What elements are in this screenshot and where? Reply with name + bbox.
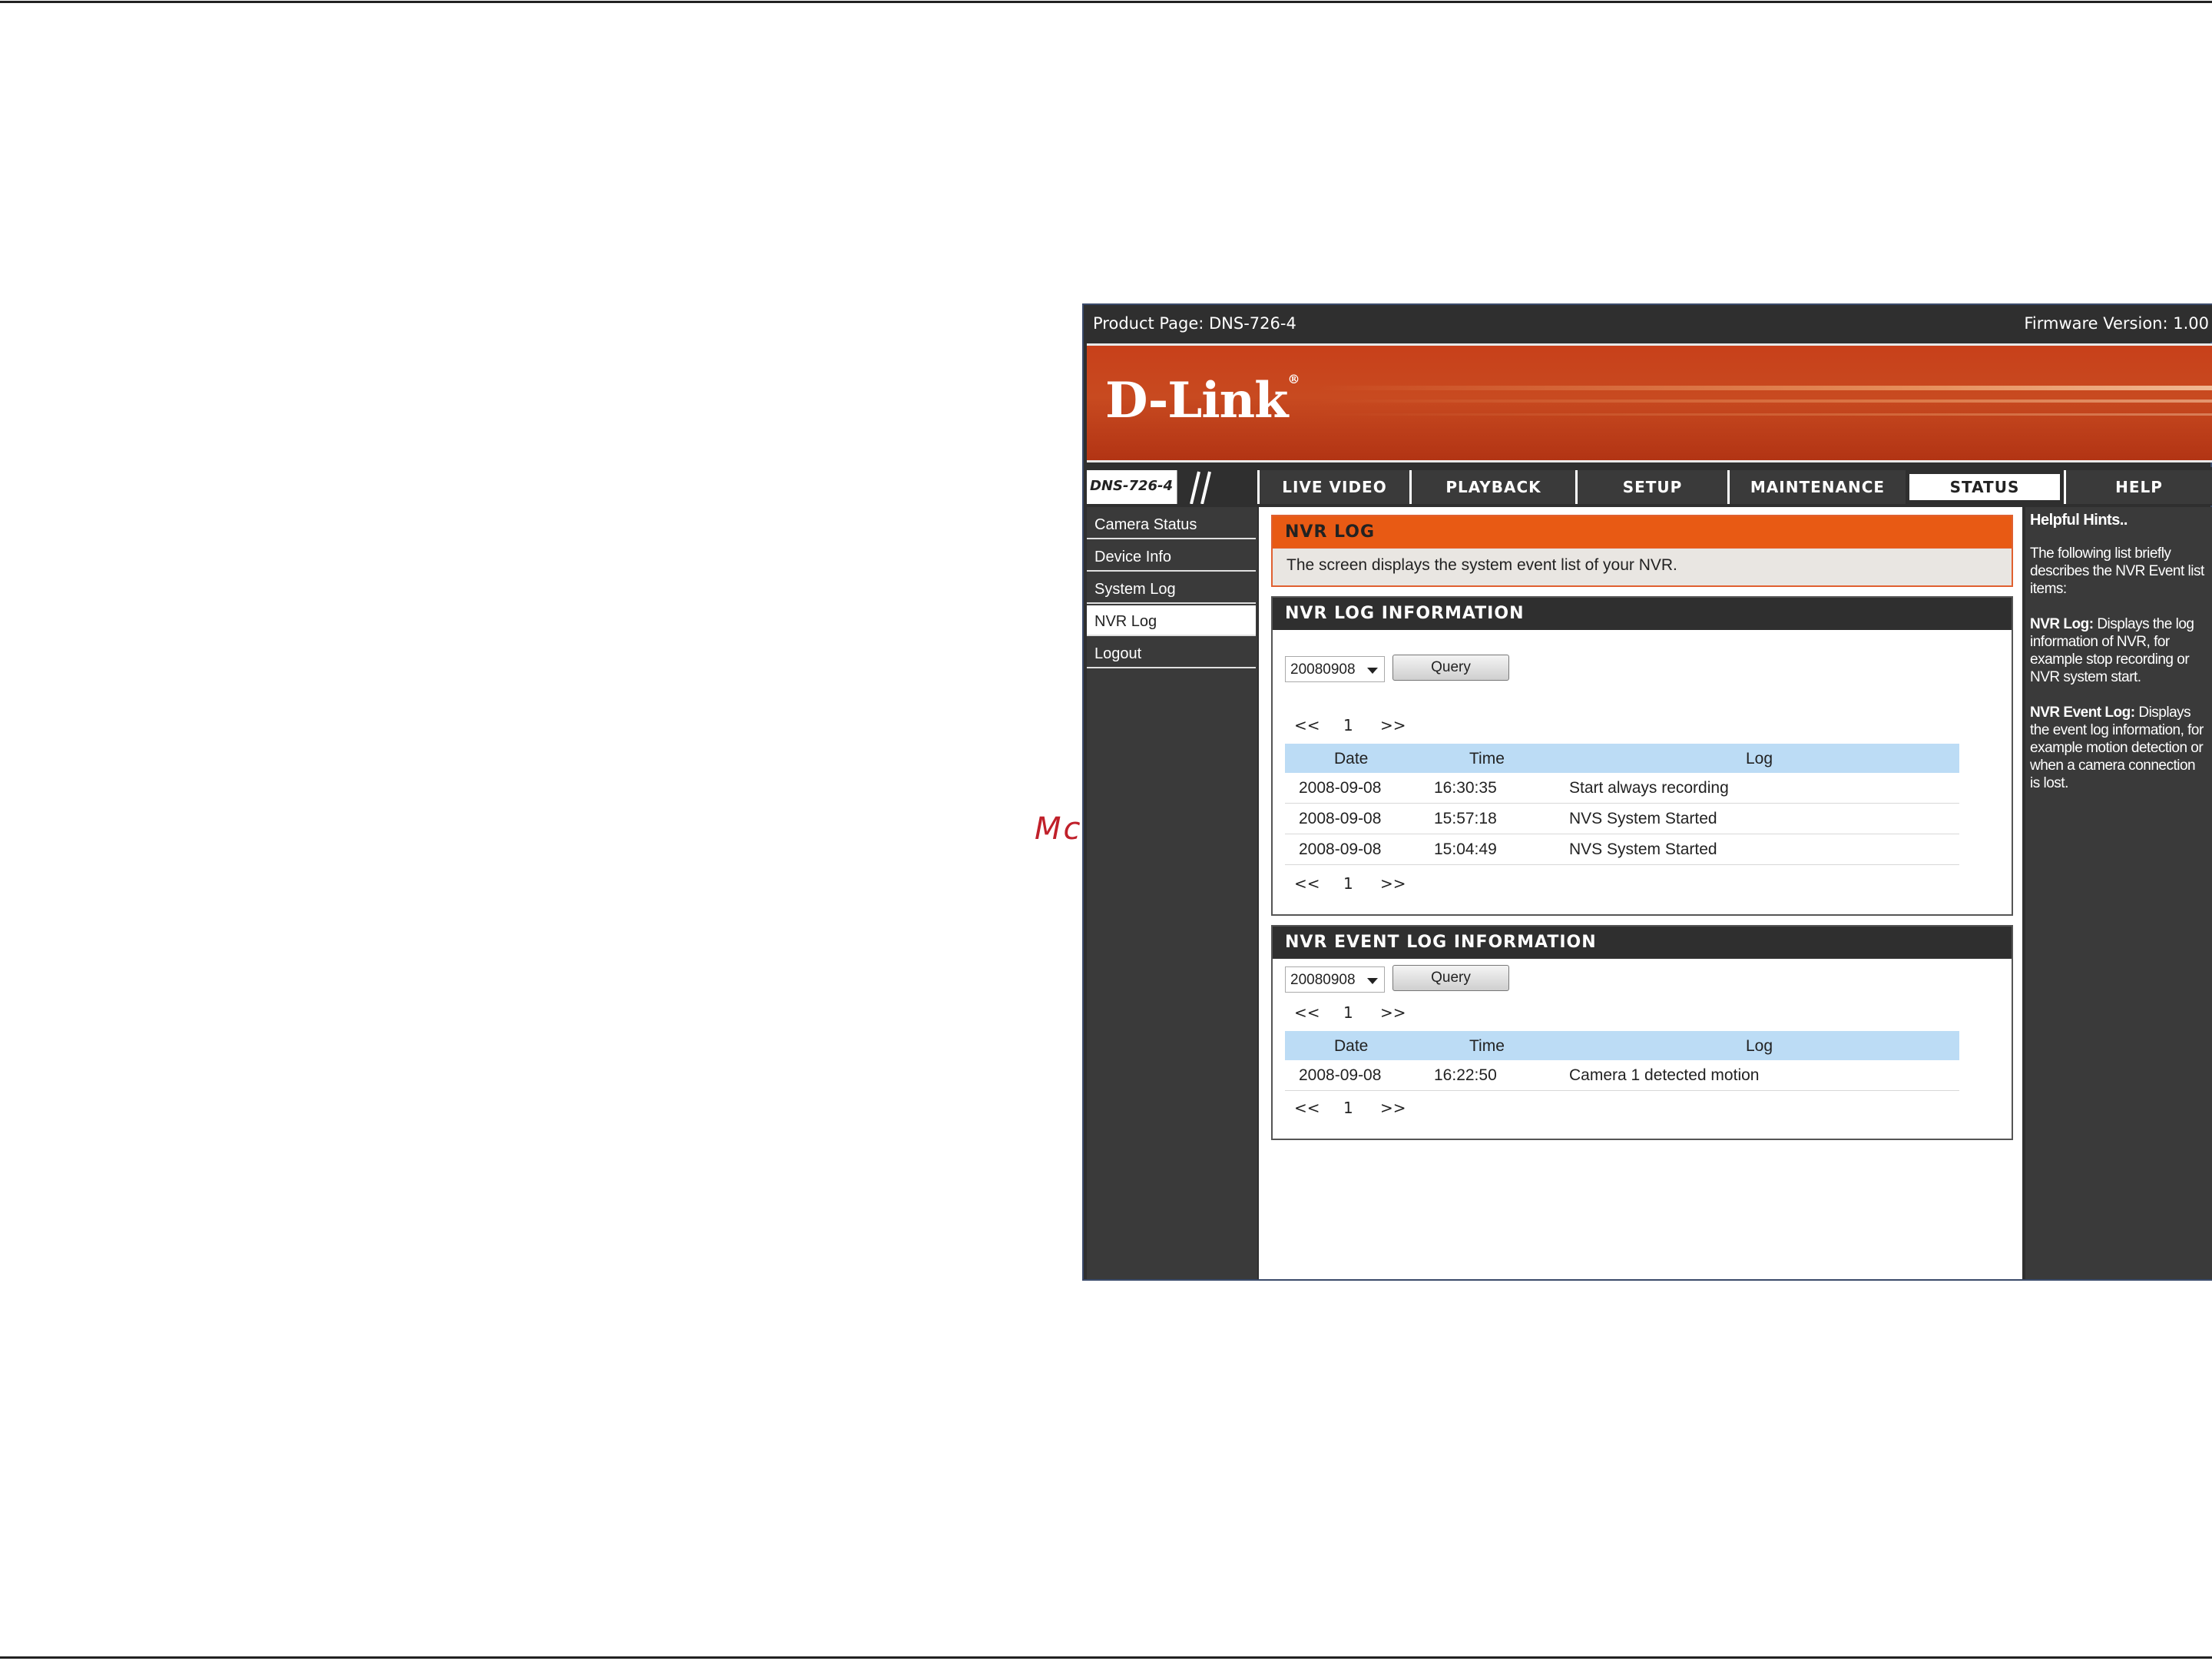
tab-live-video[interactable]: LIVE VIDEO (1257, 470, 1409, 504)
cell-time: 15:04:49 (1434, 840, 1497, 858)
column-header-time: Time (1469, 1037, 1505, 1055)
dlink-logo: D-Link® (1105, 372, 1300, 429)
chevron-down-icon (1367, 668, 1378, 674)
nvr-event-log-information-box: NVR EVENT LOG INFORMATION 20080908 Query… (1271, 925, 2013, 1140)
sidebar-item-nvr-log[interactable]: NVR Log (1087, 605, 1256, 636)
main-nav: DNS-726-4 LIVE VIDEO PLAYBACK SETUP MAIN… (1087, 467, 2212, 506)
hints-title: Helpful Hints.. (2030, 512, 2128, 529)
query-button[interactable]: Query (1392, 655, 1509, 681)
page-number[interactable]: 1 (1343, 874, 1353, 893)
table-row: 2008-09-08 16:22:50 Camera 1 detected mo… (1285, 1060, 1959, 1091)
nvr-log-information-box: NVR LOG INFORMATION 20080908 Query << 1 … (1271, 596, 2013, 916)
prev-page-link[interactable]: << (1294, 874, 1320, 893)
nvr-log-intro-box: NVR LOG The screen displays the system e… (1271, 515, 2013, 587)
cell-log: NVS System Started (1569, 840, 1717, 858)
table-header: Date Time Log (1285, 744, 1959, 773)
section-title: NVR EVENT LOG INFORMATION (1273, 927, 2012, 959)
hint-item: NVR Event Log: Displays the event log in… (2030, 704, 2207, 792)
cell-log: Start always recording (1569, 779, 1729, 797)
sidebar-item-camera-status[interactable]: Camera Status (1087, 509, 1256, 539)
banner-streak (1317, 413, 2212, 416)
date-select[interactable]: 20080908 (1285, 656, 1385, 682)
hint-term: NVR Log: (2030, 616, 2094, 632)
page-number[interactable]: 1 (1343, 716, 1353, 734)
page-top-rule (0, 1, 2212, 3)
top-bar: Product Page: DNS-726-4 Firmware Version… (1084, 305, 2212, 342)
tab-playback[interactable]: PLAYBACK (1409, 470, 1575, 504)
main-content: NVR LOG The screen displays the system e… (1259, 507, 2022, 1279)
sidebar-item-device-info[interactable]: Device Info (1087, 541, 1256, 572)
column-header-log: Log (1746, 1037, 1773, 1055)
hints-intro: The following list briefly describes the… (2030, 545, 2204, 597)
sidebar: Camera Status Device Info System Log NVR… (1087, 507, 1257, 1279)
hint-item: NVR Log: Displays the log information of… (2030, 615, 2207, 686)
tab-help[interactable]: HELP (2064, 470, 2212, 504)
prev-page-link[interactable]: << (1294, 1099, 1320, 1117)
cell-date: 2008-09-08 (1299, 1066, 1382, 1084)
cell-date: 2008-09-08 (1299, 779, 1382, 797)
column-header-date: Date (1334, 1037, 1369, 1055)
section-title: NVR LOG INFORMATION (1273, 598, 2012, 630)
event-log-table: Date Time Log 2008-09-08 16:22:50 Camera… (1285, 1031, 1959, 1091)
column-header-date: Date (1334, 750, 1369, 768)
sidebar-item-system-log[interactable]: System Log (1087, 573, 1256, 604)
cell-date: 2008-09-08 (1299, 810, 1382, 827)
banner-streak (1317, 400, 2212, 403)
next-page-link[interactable]: >> (1380, 874, 1406, 893)
cell-time: 16:30:35 (1434, 779, 1497, 797)
page-number[interactable]: 1 (1343, 1003, 1353, 1022)
tab-maintenance[interactable]: MAINTENANCE (1727, 470, 1906, 504)
cell-log: Camera 1 detected motion (1569, 1066, 1760, 1084)
model-tag: DNS-726-4 (1087, 470, 1177, 504)
chevron-down-icon (1367, 978, 1378, 984)
nvr-web-ui: Product Page: DNS-726-4 Firmware Version… (1082, 303, 2212, 1281)
banner-streak (1317, 386, 2212, 390)
prev-page-link[interactable]: << (1294, 1003, 1320, 1022)
date-select[interactable]: 20080908 (1285, 966, 1385, 993)
brand-banner: D-Link® (1087, 343, 2212, 462)
log-table: Date Time Log 2008-09-08 16:30:35 Start … (1285, 744, 1959, 865)
cell-time: 15:57:18 (1434, 810, 1497, 827)
tab-status[interactable]: STATUS (1906, 470, 2064, 504)
firmware-version-label: Firmware Version: 1.00 (2024, 314, 2209, 333)
product-page-label: Product Page: DNS-726-4 (1093, 314, 1296, 333)
page-bottom-rule (0, 1656, 2212, 1659)
page-number[interactable]: 1 (1343, 1099, 1353, 1117)
date-select-value: 20080908 (1290, 661, 1356, 678)
table-row: 2008-09-08 15:04:49 NVS System Started (1285, 834, 1959, 865)
date-select-value: 20080908 (1290, 972, 1356, 988)
query-button[interactable]: Query (1392, 965, 1509, 991)
column-header-time: Time (1469, 750, 1505, 768)
table-row: 2008-09-08 16:30:35 Start always recordi… (1285, 773, 1959, 804)
sidebar-item-logout[interactable]: Logout (1087, 638, 1256, 668)
next-page-link[interactable]: >> (1380, 1003, 1406, 1022)
cell-time: 16:22:50 (1434, 1066, 1497, 1084)
tab-setup[interactable]: SETUP (1575, 470, 1727, 504)
section-title: NVR LOG (1273, 516, 2012, 549)
column-header-log: Log (1746, 750, 1773, 768)
table-header: Date Time Log (1285, 1031, 1959, 1060)
table-row: 2008-09-08 15:57:18 NVS System Started (1285, 804, 1959, 834)
next-page-link[interactable]: >> (1380, 1099, 1406, 1117)
cell-date: 2008-09-08 (1299, 840, 1382, 858)
intro-text: The screen displays the system event lis… (1286, 556, 1677, 574)
next-page-link[interactable]: >> (1380, 716, 1406, 734)
prev-page-link[interactable]: << (1294, 716, 1320, 734)
nav-slash-decoration (1190, 471, 1211, 504)
helpful-hints-panel: Helpful Hints.. The following list brief… (2025, 507, 2212, 1279)
hint-term: NVR Event Log: (2030, 705, 2135, 721)
cell-log: NVS System Started (1569, 810, 1717, 827)
